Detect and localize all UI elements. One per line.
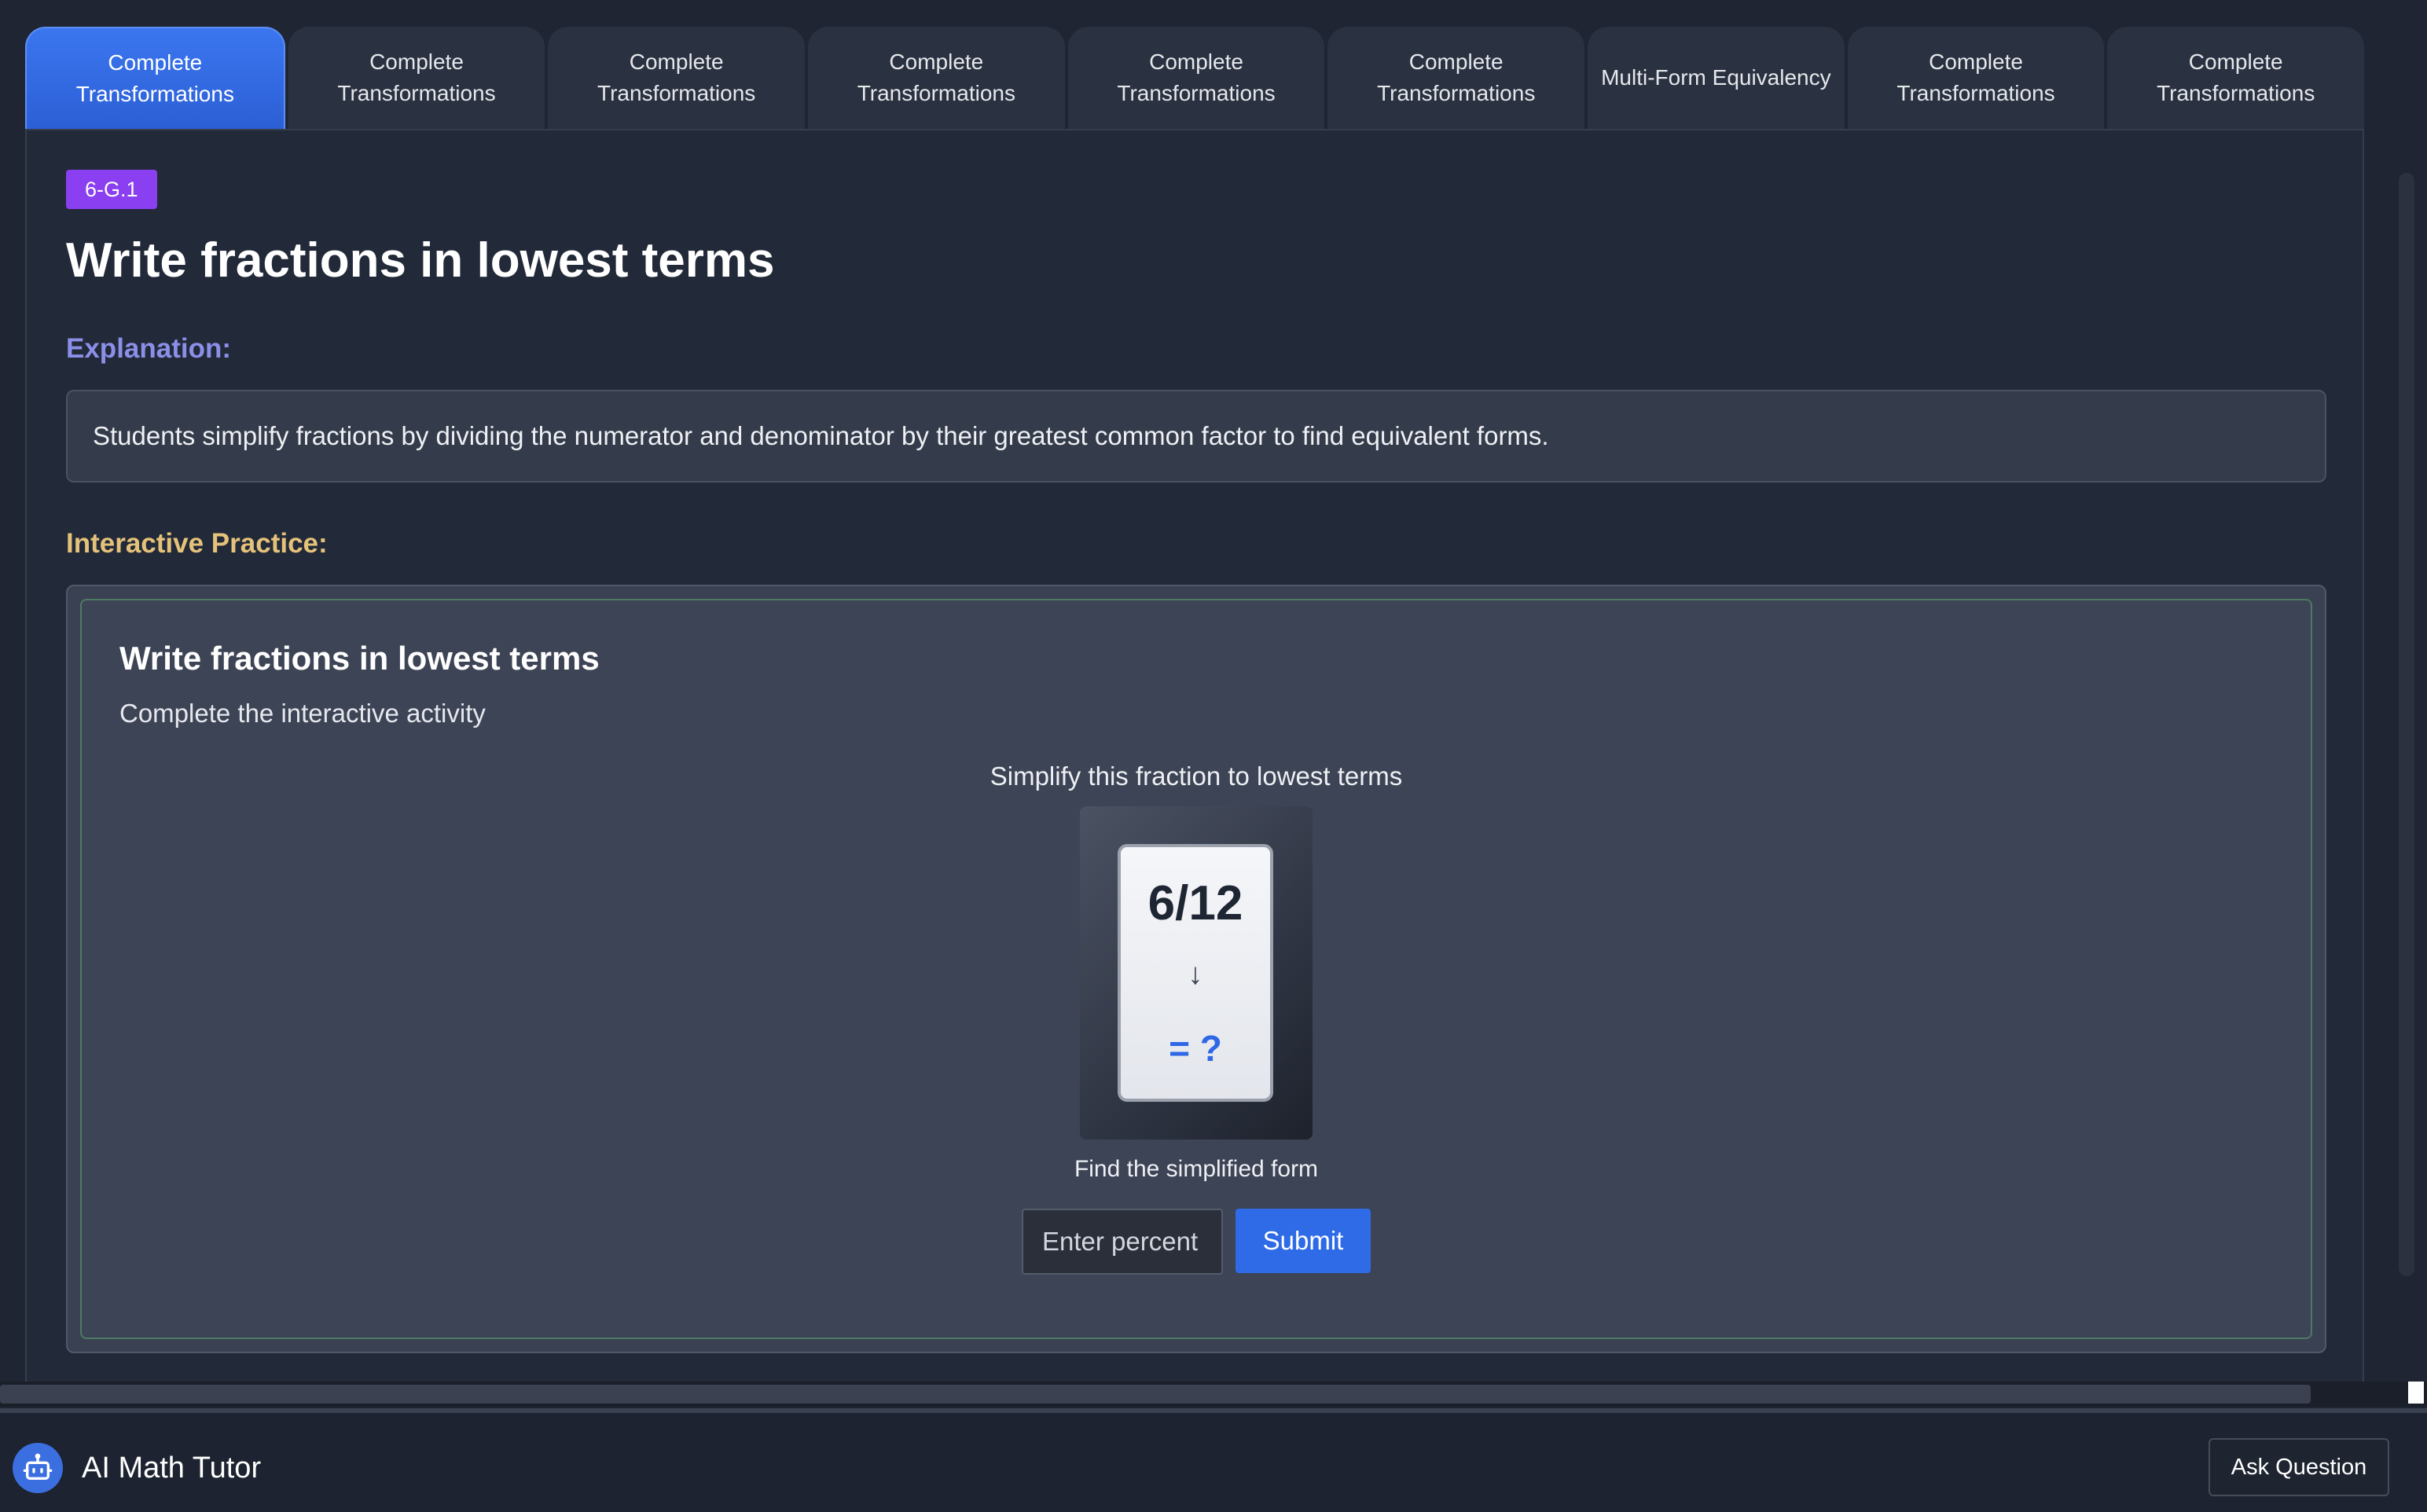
vertical-scrollbar[interactable] [2399,173,2414,1276]
page-title: Write fractions in lowest terms [66,233,775,288]
tab-2[interactable]: Complete Transformations [288,27,545,129]
tab-label: Complete Transformations [857,50,1015,105]
scrollbar-corner [2408,1382,2424,1404]
tab-label: Multi-Form Equivalency [1601,65,1831,90]
tab-label: Complete Transformations [1117,50,1276,105]
tutor-title: AI Math Tutor [82,1451,262,1484]
tab-8[interactable]: Complete Transformations [1847,27,2105,129]
fraction-card-frame: 6/12 ↓ = ? [1080,806,1313,1140]
ask-question-button[interactable]: Ask Question [2209,1438,2389,1496]
explanation-box: Students simplify fractions by dividing … [66,390,2326,483]
fraction-value: 6/12 [1147,876,1243,930]
tutor-bar: AI Math Tutor Ask Question [0,1413,2427,1512]
robot-icon [13,1443,63,1493]
tab-9[interactable]: Complete Transformations [2107,27,2365,129]
tab-7[interactable]: Multi-Form Equivalency [1588,27,1845,129]
fraction-card: 6/12 ↓ = ? [1118,844,1273,1102]
tab-label: Complete Transformations [1896,50,2055,105]
tab-label: Complete Transformations [75,50,234,106]
answer-row: Submit [82,1209,2311,1275]
tab-1[interactable]: Complete Transformations [25,27,285,129]
activity-hint: Find the simplified form [1074,1156,1319,1182]
arrow-down-icon: ↓ [1188,958,1203,991]
tab-5[interactable]: Complete Transformations [1067,27,1325,129]
activity-card: Write fractions in lowest terms Complete… [80,599,2312,1339]
tab-label: Complete Transformations [337,50,496,105]
tab-label: Complete Transformations [2157,50,2315,105]
activity-title: Write fractions in lowest terms [119,640,600,677]
tab-label: Complete Transformations [597,50,756,105]
tab-4[interactable]: Complete Transformations [808,27,1065,129]
tab-label: Complete Transformations [1377,50,1536,105]
horizontal-scrollbar-thumb[interactable] [0,1385,2311,1404]
activity-subtitle: Complete the interactive activity [119,699,486,728]
answer-input[interactable] [1022,1209,1223,1275]
tab-bar: Complete Transformations Complete Transf… [25,27,2365,129]
standard-badge: 6-G.1 [66,170,157,209]
answer-placeholder: = ? [1169,1028,1222,1069]
activity-prompt: Simplify this fraction to lowest terms [990,762,1403,791]
submit-button[interactable]: Submit [1236,1209,1371,1273]
tab-3[interactable]: Complete Transformations [548,27,806,129]
horizontal-scrollbar[interactable] [0,1382,2427,1407]
lesson-panel: 6-G.1 Write fractions in lowest terms Ex… [25,129,2364,1383]
explanation-heading: Explanation: [66,333,232,364]
explanation-text: Students simplify fractions by dividing … [93,421,1549,450]
practice-container: Write fractions in lowest terms Complete… [66,585,2326,1353]
tab-6[interactable]: Complete Transformations [1327,27,1585,129]
app-root: Complete Transformations Complete Transf… [0,0,2427,1512]
practice-heading: Interactive Practice: [66,528,328,559]
